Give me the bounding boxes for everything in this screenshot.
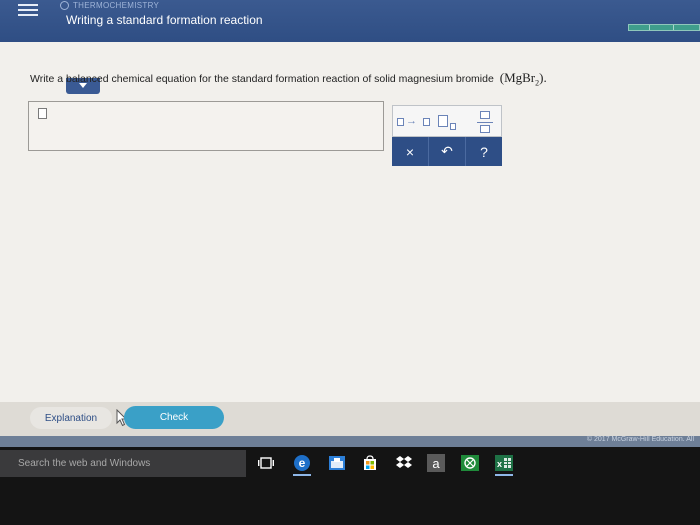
svg-text:e: e <box>299 456 306 470</box>
question-text: Write a balanced chemical equation for t… <box>30 70 547 88</box>
check-button[interactable]: Check <box>124 406 224 429</box>
topic-row: THERMOCHEMISTRY <box>60 0 159 10</box>
clear-button[interactable]: × <box>392 137 429 166</box>
input-cursor-placeholder <box>38 108 47 119</box>
topic-label: THERMOCHEMISTRY <box>73 0 160 10</box>
screen: THERMOCHEMISTRY Writing a standard forma… <box>0 0 700 525</box>
progress-bar <box>628 24 700 31</box>
excel-icon[interactable]: x <box>495 454 513 476</box>
windows-taskbar: Search the web and Windows e a x <box>0 447 700 525</box>
xbox-icon[interactable] <box>461 454 479 472</box>
palette-actions: × ↶ ? <box>392 137 502 166</box>
footer-strip: © 2017 McGraw-Hill Education. All <box>0 436 700 447</box>
question-prompt: Write a balanced chemical equation for t… <box>30 73 494 85</box>
palette-templates: → <box>392 105 502 137</box>
amazon-icon[interactable]: a <box>427 454 445 472</box>
answer-input[interactable] <box>28 101 384 151</box>
dropbox-icon[interactable] <box>395 454 413 472</box>
question-content: Write a balanced chemical equation for t… <box>0 42 700 402</box>
help-button[interactable]: ? <box>466 137 502 166</box>
copyright-text: © 2017 McGraw-Hill Education. All <box>586 436 694 443</box>
task-view-icon[interactable] <box>257 454 275 472</box>
chemical-formula: (MgBr2). <box>499 70 547 88</box>
page-title: Writing a standard formation reaction <box>66 13 263 27</box>
app-header: THERMOCHEMISTRY Writing a standard forma… <box>0 0 700 42</box>
subscript-button[interactable] <box>438 110 462 132</box>
equation-palette: → × ↶ ? <box>392 105 502 166</box>
fraction-button[interactable] <box>477 110 493 133</box>
hamburger-menu-icon[interactable] <box>18 2 38 16</box>
svg-text:x: x <box>497 459 502 469</box>
edge-browser-icon[interactable]: e <box>293 454 311 476</box>
arrow-icon: → <box>406 115 417 127</box>
topic-circle-icon <box>60 0 69 10</box>
maps-icon[interactable] <box>328 454 346 472</box>
action-bar: Explanation Check <box>0 402 700 436</box>
store-icon[interactable] <box>361 454 379 472</box>
explanation-button[interactable]: Explanation <box>30 407 112 429</box>
taskbar-search-input[interactable]: Search the web and Windows <box>0 450 246 477</box>
reaction-arrow-button[interactable]: → <box>397 110 433 132</box>
undo-button[interactable]: ↶ <box>429 137 466 166</box>
